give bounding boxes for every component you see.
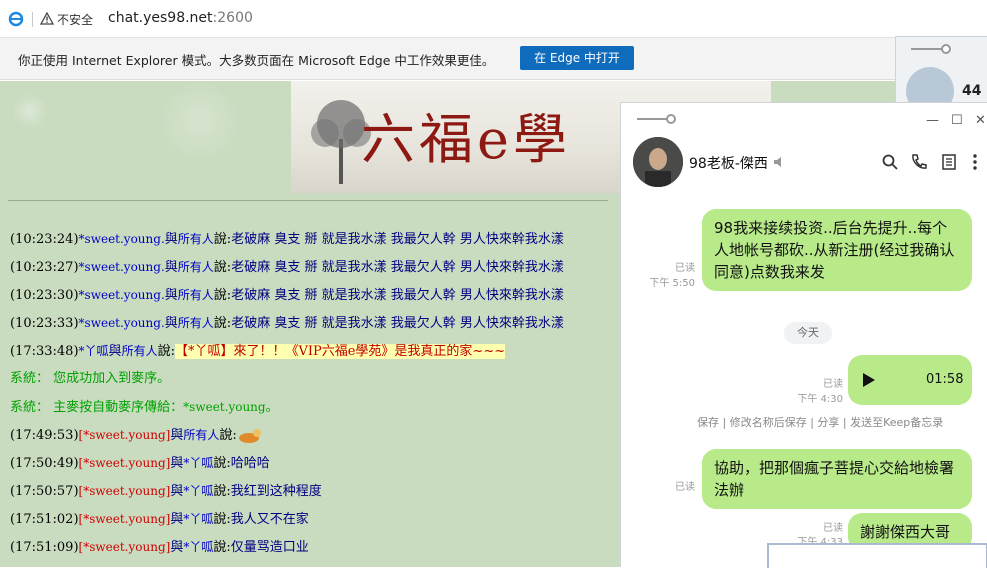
chat-line: (10:23:33)*sweet.young.與所有人說:老破麻 臭支 掰 就是…	[10, 316, 564, 331]
url-text[interactable]: chat.yes98.net:2600	[108, 10, 253, 26]
address-bar[interactable]: 不安全 chat.yes98.net:2600	[0, 0, 987, 38]
message-bubble[interactable]: 協助，把那個瘋子菩提心交給地檢署法辦	[702, 449, 972, 509]
read-status: 已读	[823, 379, 843, 390]
recipient-link[interactable]: 所有人	[122, 344, 158, 358]
url-port: :2600	[212, 10, 253, 26]
emoticon-icon	[238, 428, 261, 443]
sender-link[interactable]: *sweet.young.	[79, 316, 165, 330]
message-bubble[interactable]: 98我来接续投资..后台先提升..每个人地帐号都砍..从新注册(经过我确认同意)…	[702, 209, 972, 291]
recipient-link[interactable]: 所有人	[178, 232, 214, 246]
sender-link[interactable]: [*sweet.young]	[79, 512, 171, 526]
read-status: 已读	[823, 523, 843, 534]
voice-message[interactable]: 01:58	[848, 355, 972, 405]
voice-actions[interactable]: 保存 | 修改名称后保存 | 分享 | 发送至Keep备忘录	[697, 414, 943, 430]
sender-link[interactable]: [*sweet.young]	[79, 484, 171, 498]
system-line: 系統： 您成功加入到麥序。	[10, 371, 171, 386]
chat-line: (10:23:27)*sweet.young.與所有人說:老破麻 臭支 掰 就是…	[10, 260, 564, 275]
recipient-link[interactable]: 所有人	[178, 316, 214, 330]
read-status: 已读	[675, 263, 695, 274]
recipient-link[interactable]: *丫呱	[183, 540, 213, 554]
notes-icon[interactable]	[940, 153, 958, 171]
chat-line: (17:50:49)[*sweet.young]與*丫呱說:哈哈哈	[10, 456, 270, 471]
divider	[32, 12, 33, 27]
insecure-label[interactable]: 不安全	[57, 11, 93, 28]
more-icon[interactable]	[966, 153, 984, 171]
chat-line: (17:50:57)[*sweet.young]與*丫呱說:我红到这种程度	[10, 484, 322, 499]
url-host: chat.yes98.net	[108, 10, 213, 26]
warning-icon[interactable]	[40, 12, 54, 25]
voice-duration: 01:58	[926, 372, 964, 387]
maximize-icon[interactable]: ☐	[951, 113, 963, 128]
message-time: 下午 5:50	[649, 278, 695, 289]
sender-link[interactable]: *sweet.young.	[79, 260, 165, 274]
recipient-link[interactable]: 所有人	[183, 428, 219, 442]
slider-knob[interactable]	[666, 114, 676, 124]
date-separator: 今天	[784, 322, 832, 344]
sender-link[interactable]: [*sweet.young]	[79, 540, 171, 554]
sender-link[interactable]: [*sweet.young]	[79, 456, 171, 470]
contact-avatar[interactable]	[633, 137, 683, 187]
recipient-link[interactable]: 所有人	[178, 288, 214, 302]
chat-log: (10:23:24)*sweet.young.與所有人說:老破麻 臭支 掰 就是…	[10, 229, 620, 565]
sender-link[interactable]: *sweet.young.	[79, 232, 165, 246]
sender-link[interactable]: *sweet.young.	[79, 288, 165, 302]
play-icon[interactable]	[862, 372, 876, 388]
ie-mode-icon	[8, 11, 24, 27]
background-chat-window[interactable]: 44	[895, 36, 987, 115]
recipient-link[interactable]: *丫呱	[183, 484, 213, 498]
close-icon[interactable]: ✕	[975, 113, 986, 128]
read-status: 已读	[675, 482, 695, 493]
chat-line: (10:23:30)*sweet.young.與所有人說:老破麻 臭支 掰 就是…	[10, 288, 564, 303]
open-in-edge-button[interactable]: 在 Edge 中打开	[520, 46, 634, 70]
chat-line: (17:51:09)[*sweet.young]與*丫呱說:仅量骂造口业	[10, 540, 309, 555]
chat-line: (10:23:24)*sweet.young.與所有人說:老破麻 臭支 掰 就是…	[10, 232, 564, 247]
divider	[8, 200, 608, 201]
chat-line: (17:49:53)[*sweet.young]與所有人說:	[10, 425, 620, 453]
sender-link[interactable]: [*sweet.young]	[79, 428, 171, 442]
recipient-link[interactable]: *丫呱	[183, 512, 213, 526]
sender-link[interactable]: *丫呱	[79, 344, 109, 358]
chat-line: (17:33:48)*丫呱與所有人說:【*丫呱】來了！！《VIP六福e學苑》是我…	[10, 344, 506, 359]
ie-mode-banner: 你正使用 Internet Explorer 模式。大多数页面在 Microso…	[0, 38, 987, 80]
minimize-icon[interactable]: —	[926, 113, 939, 128]
message-time: 下午 4:30	[797, 394, 843, 405]
mute-icon	[774, 157, 781, 167]
messenger-chat-window: — ☐ ✕ 98老板-傑西 98我来接续投资..后台先提升..每个人地帐号都砍.…	[620, 102, 987, 568]
recipient-link[interactable]: *丫呱	[183, 456, 213, 470]
system-line: 系統： 主麥按自動麥序傳給：*sweet.young。	[10, 400, 279, 415]
chat-line: (17:51:02)[*sweet.young]與*丫呱說:我人又不在家	[10, 512, 309, 527]
ie-mode-message: 你正使用 Internet Explorer 模式。大多数页面在 Microso…	[18, 53, 495, 68]
message-input[interactable]	[767, 543, 987, 568]
member-count: 44	[962, 83, 982, 99]
contact-name[interactable]: 98老板-傑西	[689, 153, 768, 173]
phone-icon[interactable]	[910, 153, 928, 171]
site-logo-title: 六福e學	[361, 108, 571, 171]
slider-knob[interactable]	[941, 44, 951, 54]
recipient-link[interactable]: 所有人	[178, 260, 214, 274]
contact-photo	[633, 137, 683, 187]
search-icon[interactable]	[881, 153, 899, 171]
